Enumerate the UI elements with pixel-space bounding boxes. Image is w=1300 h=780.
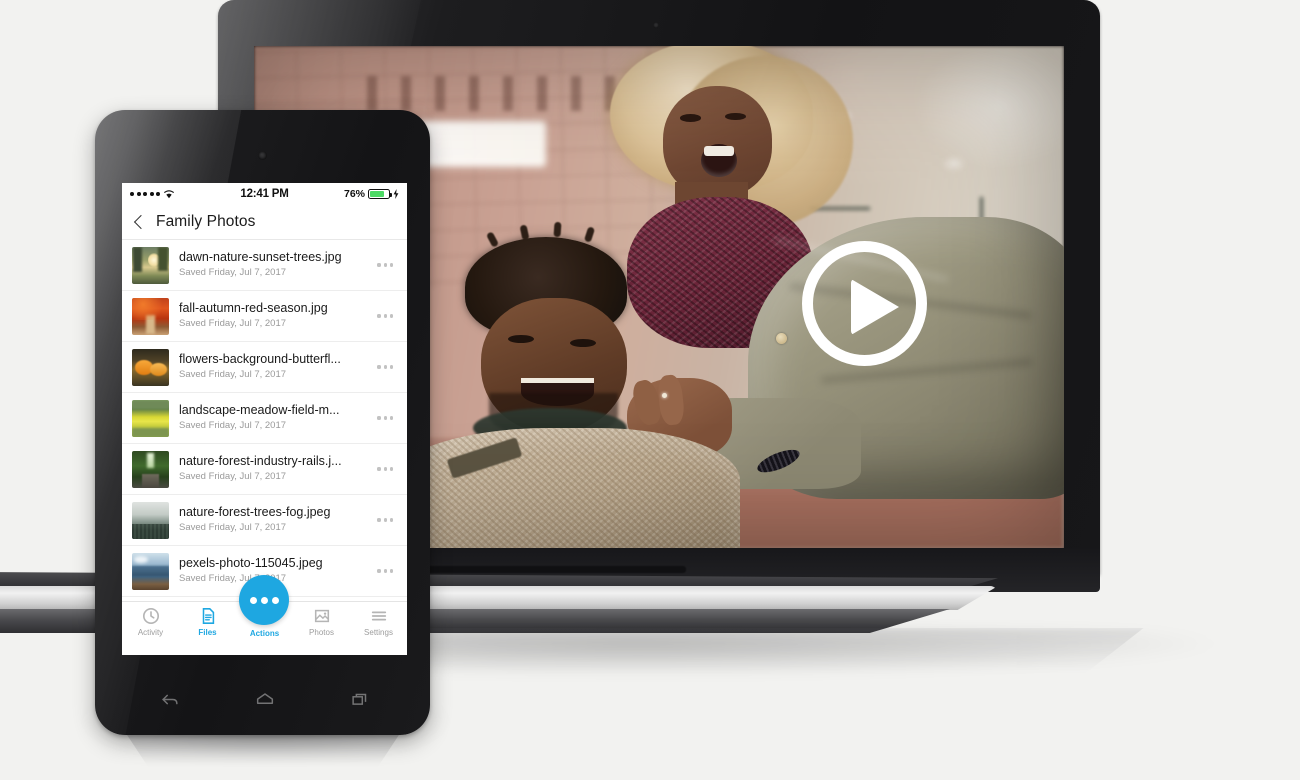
scene: 12:41 PM 76% Family Photos dawn-nature-s…	[0, 0, 1300, 780]
list-item[interactable]: landscape-meadow-field-m... Saved Friday…	[122, 393, 407, 444]
list-item-meta: flowers-background-butterfl... Saved Fri…	[169, 352, 377, 382]
kebab-menu-icon[interactable]	[377, 518, 397, 522]
list-item-meta: dawn-nature-sunset-trees.jpg Saved Frida…	[169, 250, 377, 280]
file-saved-date: Saved Friday, Jul 7, 2017	[179, 318, 287, 329]
app-navbar: Family Photos	[122, 204, 407, 240]
file-saved-date: Saved Friday, Jul 7, 2017	[179, 471, 287, 482]
actions-fab-button[interactable]	[239, 575, 289, 625]
status-bar: 12:41 PM 76%	[122, 183, 407, 204]
phone-reflection	[123, 730, 403, 774]
file-name: pexels-photo-115045.jpeg	[179, 556, 323, 570]
status-bar-time: 12:41 PM	[240, 187, 289, 200]
tab-label: Activity	[137, 628, 164, 637]
phone-device: 12:41 PM 76% Family Photos dawn-nature-s…	[95, 110, 430, 735]
kebab-menu-icon[interactable]	[377, 416, 397, 420]
file-name: flowers-background-butterfl...	[179, 352, 341, 366]
status-bar-right: 76%	[289, 188, 399, 200]
file-saved-date: Saved Friday, Jul 7, 2017	[179, 369, 287, 380]
hamburger-icon	[371, 611, 386, 621]
page-title: Family Photos	[156, 212, 256, 230]
clock-icon	[142, 607, 159, 625]
tab-label: Files	[198, 628, 217, 637]
back-button[interactable]	[159, 689, 181, 711]
kebab-menu-icon[interactable]	[377, 467, 397, 471]
thumbnail-yellow-meadow	[132, 399, 169, 437]
phone-screen: 12:41 PM 76% Family Photos dawn-nature-s…	[122, 183, 407, 655]
file-list: dawn-nature-sunset-trees.jpg Saved Frida…	[122, 240, 407, 597]
file-name: nature-forest-trees-fog.jpeg	[179, 505, 331, 519]
file-name: dawn-nature-sunset-trees.jpg	[179, 250, 342, 264]
thumbnail-foggy-forest	[132, 501, 169, 539]
tab-label: Photos	[309, 628, 334, 637]
list-item-meta: nature-forest-trees-fog.jpeg Saved Frida…	[169, 505, 377, 535]
kebab-menu-icon[interactable]	[377, 569, 397, 573]
tab-settings[interactable]: Settings	[350, 607, 407, 637]
thumbnail-orange-flowers	[132, 348, 169, 386]
play-triangle-icon[interactable]	[851, 279, 899, 335]
thumbnail-red-autumn	[132, 297, 169, 335]
file-saved-date: Saved Friday, Jul 7, 2017	[179, 267, 287, 278]
laptop-hinge-vent	[416, 566, 686, 573]
image-icon	[314, 609, 329, 623]
file-saved-date: Saved Friday, Jul 7, 2017	[179, 420, 287, 431]
recents-button[interactable]	[349, 689, 371, 711]
signal-strength-icon	[130, 191, 160, 196]
list-item[interactable]: flowers-background-butterfl... Saved Fri…	[122, 342, 407, 393]
kebab-menu-icon[interactable]	[377, 263, 397, 267]
battery-percent-label: 76%	[344, 187, 366, 200]
thumbnail-sunset-trees	[132, 246, 169, 284]
list-item-meta: nature-forest-industry-rails.j... Saved …	[169, 454, 377, 484]
list-item[interactable]: nature-forest-industry-rails.j... Saved …	[122, 444, 407, 495]
phone-camera-icon	[258, 151, 267, 160]
document-icon	[202, 608, 214, 624]
tab-files[interactable]: Files	[179, 607, 236, 637]
list-item-meta: landscape-meadow-field-m... Saved Friday…	[169, 403, 377, 433]
android-nav-bar	[122, 670, 407, 730]
list-item[interactable]: nature-forest-trees-fog.jpeg Saved Frida…	[122, 495, 407, 546]
wifi-icon	[163, 189, 175, 198]
tab-label: Actions	[249, 629, 280, 638]
thumbnail-green-rails	[132, 450, 169, 488]
list-item[interactable]: fall-autumn-red-season.jpg Saved Friday,…	[122, 291, 407, 342]
status-bar-left	[130, 189, 240, 199]
kebab-menu-icon[interactable]	[377, 314, 397, 318]
file-name: landscape-meadow-field-m...	[179, 403, 340, 417]
back-chevron-icon[interactable]	[133, 214, 149, 229]
laptop-camera-icon	[653, 22, 659, 28]
lightning-icon	[393, 188, 399, 199]
battery-icon	[368, 188, 393, 199]
file-name: fall-autumn-red-season.jpg	[179, 301, 328, 315]
thumbnail-blue-mountains	[132, 552, 169, 590]
file-saved-date: Saved Friday, Jul 7, 2017	[179, 522, 287, 533]
tab-label: Settings	[364, 628, 393, 637]
home-button[interactable]	[254, 689, 276, 711]
kebab-menu-icon[interactable]	[377, 365, 397, 369]
tab-photos[interactable]: Photos	[293, 607, 350, 637]
file-name: nature-forest-industry-rails.j...	[179, 454, 342, 468]
list-item-meta: fall-autumn-red-season.jpg Saved Friday,…	[169, 301, 377, 331]
list-item[interactable]: dawn-nature-sunset-trees.jpg Saved Frida…	[122, 240, 407, 291]
tab-activity[interactable]: Activity	[122, 607, 179, 637]
